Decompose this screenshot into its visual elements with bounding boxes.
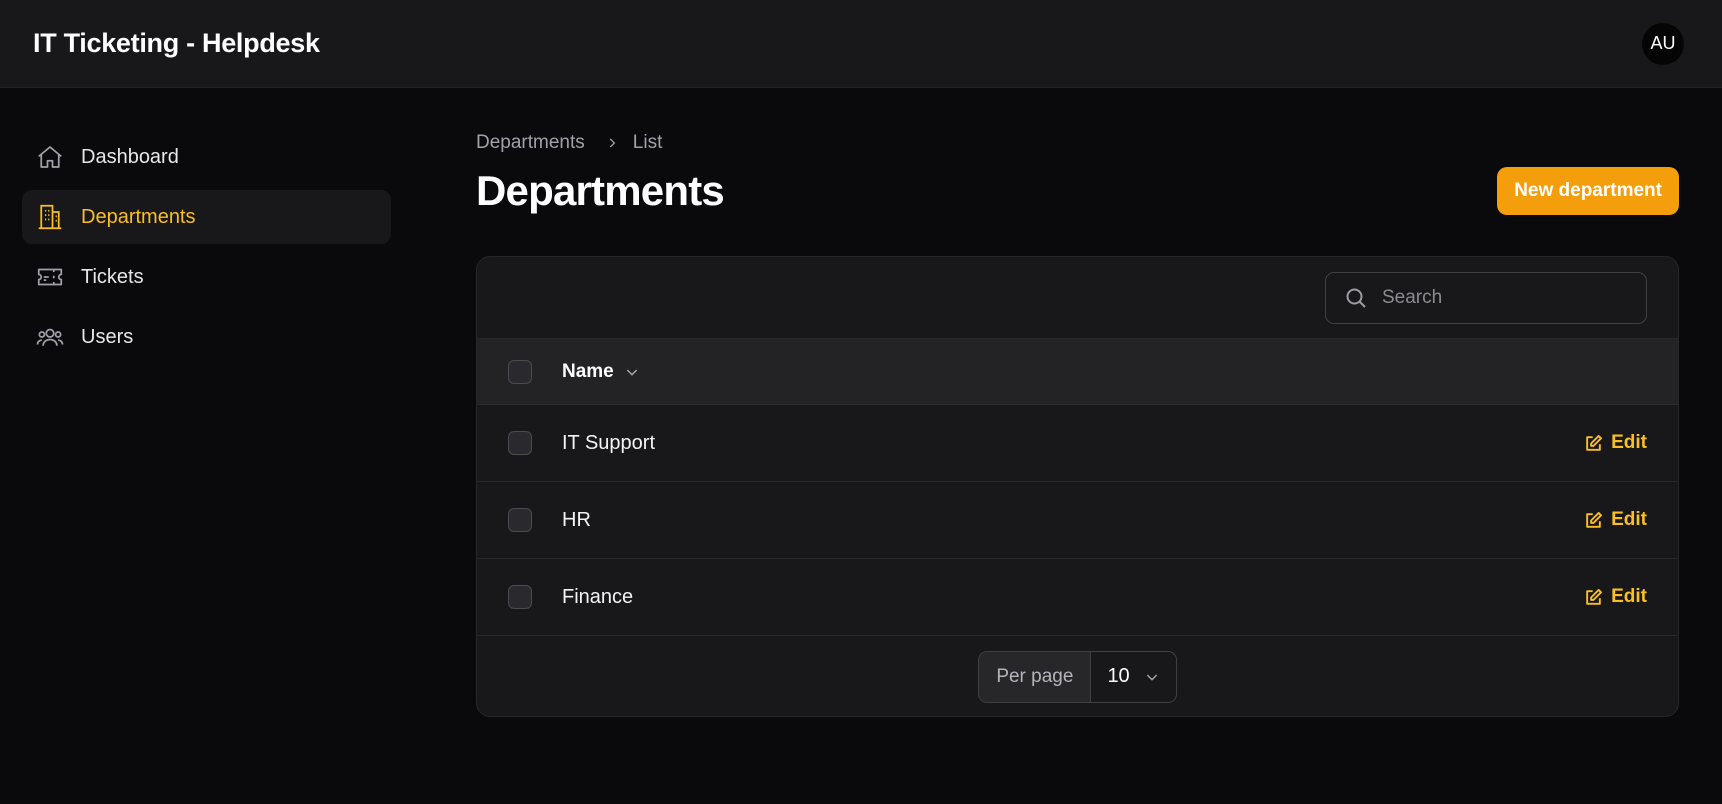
- edit-button[interactable]: Edit: [1584, 586, 1647, 608]
- departments-table: Name IT Support Edit HR: [476, 256, 1679, 717]
- app-title: IT Ticketing - Helpdesk: [33, 28, 320, 58]
- ticket-icon: [34, 261, 66, 293]
- table-row[interactable]: Finance Edit: [477, 559, 1678, 636]
- cell-name: HR: [562, 508, 591, 531]
- sidebar-item-departments[interactable]: Departments: [22, 190, 391, 244]
- cell-name: IT Support: [562, 431, 656, 454]
- search-box[interactable]: [1325, 271, 1647, 324]
- edit-button[interactable]: Edit: [1584, 432, 1647, 454]
- per-page-control: Per page 10: [978, 650, 1177, 703]
- building-icon: [34, 201, 66, 233]
- table-row[interactable]: HR Edit: [477, 482, 1678, 559]
- edit-button[interactable]: Edit: [1584, 509, 1647, 531]
- row-checkbox[interactable]: [508, 508, 532, 532]
- breadcrumb-link-departments[interactable]: Departments: [476, 132, 585, 154]
- search-icon: [1344, 286, 1368, 310]
- edit-label: Edit: [1611, 432, 1647, 453]
- sidebar-item-label: Departments: [81, 205, 196, 228]
- table-header-row: Name: [477, 339, 1678, 405]
- edit-icon: [1584, 434, 1603, 453]
- per-page-label: Per page: [979, 651, 1092, 702]
- select-all-checkbox[interactable]: [508, 359, 532, 384]
- page-header: Departments New department: [476, 166, 1679, 216]
- chevron-down-icon: [1144, 669, 1160, 685]
- new-department-button[interactable]: New department: [1497, 167, 1679, 215]
- users-icon: [34, 321, 66, 353]
- search-input[interactable]: [1382, 286, 1622, 309]
- column-header-label: Name: [562, 360, 614, 382]
- cell-name: Finance: [562, 585, 634, 608]
- sidebar-item-users[interactable]: Users: [22, 310, 391, 364]
- breadcrumb-current: List: [632, 132, 663, 153]
- user-avatar[interactable]: AU: [1642, 22, 1684, 65]
- chevron-down-icon: [624, 364, 640, 380]
- edit-icon: [1584, 588, 1603, 607]
- sidebar-item-label: Tickets: [81, 265, 144, 288]
- edit-label: Edit: [1611, 509, 1647, 530]
- top-bar: IT Ticketing - Helpdesk AU: [0, 0, 1722, 88]
- table-toolbar: [477, 257, 1678, 339]
- sidebar-item-label: Dashboard: [81, 145, 179, 168]
- home-icon: [34, 141, 66, 173]
- breadcrumb: Departments List: [476, 130, 1679, 156]
- sidebar: Dashboard Departments Tickets Users: [22, 130, 391, 370]
- sidebar-item-label: Users: [81, 325, 134, 348]
- row-checkbox[interactable]: [508, 431, 532, 455]
- table-footer: Per page 10: [477, 636, 1678, 716]
- row-checkbox[interactable]: [508, 585, 532, 609]
- table-row[interactable]: IT Support Edit: [477, 405, 1678, 482]
- main-content: Departments List Departments New departm…: [476, 130, 1679, 717]
- column-header-name[interactable]: Name: [562, 361, 640, 383]
- sidebar-item-dashboard[interactable]: Dashboard: [22, 130, 391, 184]
- edit-icon: [1584, 511, 1603, 530]
- per-page-select[interactable]: 10: [1091, 652, 1175, 702]
- page-title: Departments: [476, 167, 725, 214]
- chevron-right-icon: [605, 136, 619, 150]
- per-page-value: 10: [1107, 665, 1130, 687]
- edit-label: Edit: [1611, 586, 1647, 607]
- sidebar-item-tickets[interactable]: Tickets: [22, 250, 391, 304]
